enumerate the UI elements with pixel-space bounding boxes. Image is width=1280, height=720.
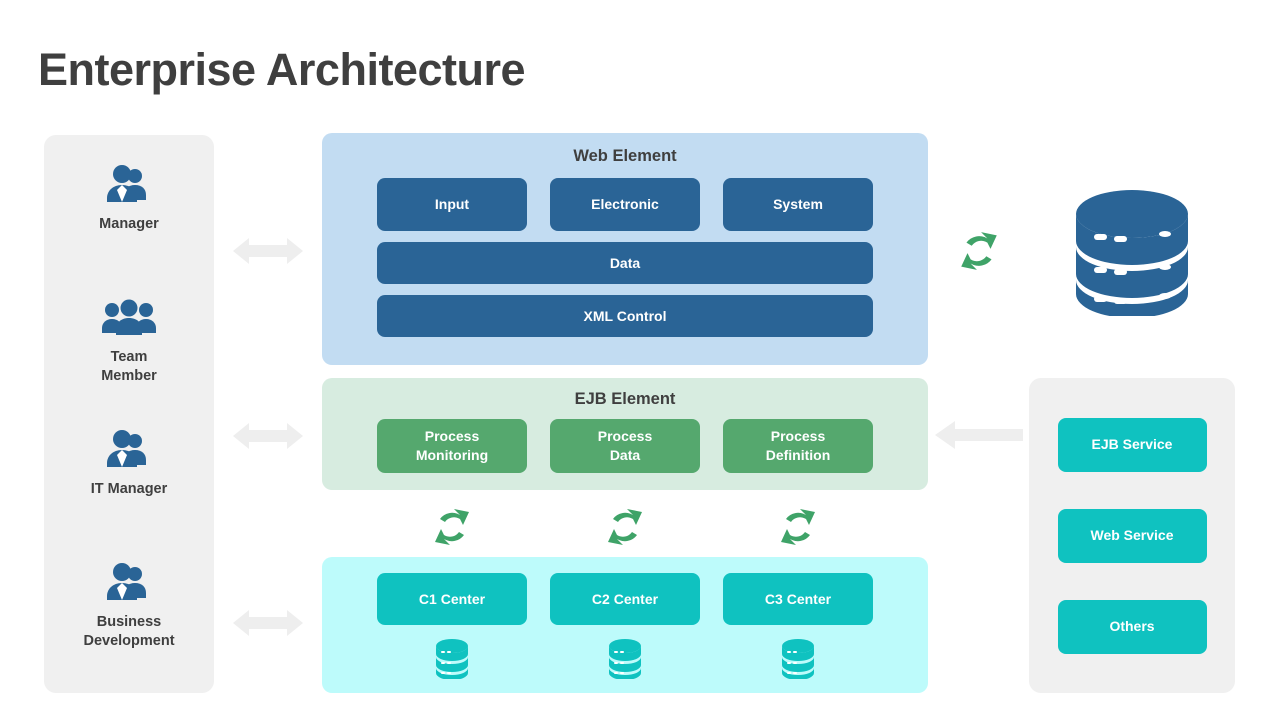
people-group-icon	[101, 163, 157, 207]
database-icon	[1066, 184, 1198, 318]
sidebar-item-team-member[interactable]: Team Member	[44, 296, 214, 429]
database-icon	[433, 637, 471, 684]
sync-icon	[956, 228, 1002, 274]
services-panel: EJB Service Web Service Others	[1029, 378, 1235, 693]
people-group-icon	[101, 296, 157, 340]
sync-icon	[430, 505, 474, 554]
double-arrow-icon	[233, 606, 303, 640]
sidebar-item-business-development[interactable]: Business Development	[44, 561, 214, 694]
people-group-icon	[101, 428, 157, 472]
sync-icon	[603, 505, 647, 554]
sidebar-item-label: Team Member	[101, 348, 157, 384]
roles-sidebar: Manager Team Member IT Manager Business …	[44, 135, 214, 693]
double-arrow-icon	[233, 419, 303, 453]
center-chip-row: C1 Center C2 Center C3 Center	[377, 573, 873, 625]
ejb-chip-process-definition[interactable]: Process Definition	[723, 419, 873, 473]
web-element-top-row: Input Electronic System	[377, 178, 873, 231]
web-chip-system[interactable]: System	[723, 178, 873, 231]
web-element-panel: Web Element Input Electronic System Data…	[322, 133, 928, 365]
web-element-title: Web Element	[573, 147, 677, 165]
sidebar-item-label: Manager	[99, 216, 159, 232]
sidebar-item-label: Business Development	[83, 613, 175, 649]
center-chip-c1[interactable]: C1 Center	[377, 573, 527, 625]
sidebar-item-label: IT Manager	[90, 481, 168, 497]
service-chip-ejb-service[interactable]: EJB Service	[1057, 417, 1207, 472]
web-chip-xml-control[interactable]: XML Control	[377, 295, 873, 337]
ejb-chip-process-monitoring[interactable]: Process Monitoring	[377, 419, 527, 473]
double-arrow-icon	[233, 234, 303, 268]
service-chip-web-service[interactable]: Web Service	[1057, 508, 1207, 563]
people-group-icon	[101, 561, 157, 605]
sidebar-item-it-manager[interactable]: IT Manager	[44, 428, 214, 561]
ejb-to-center-sync-row	[377, 505, 873, 554]
center-chip-c2[interactable]: C2 Center	[550, 573, 700, 625]
sidebar-item-manager[interactable]: Manager	[44, 163, 214, 296]
ejb-chip-process-data[interactable]: Process Data	[550, 419, 700, 473]
center-element-panel: C1 Center C2 Center C3 Center	[322, 557, 928, 693]
database-icon	[779, 637, 817, 684]
center-chip-c3[interactable]: C3 Center	[723, 573, 873, 625]
ejb-element-title: EJB Element	[574, 390, 676, 408]
web-chip-input[interactable]: Input	[377, 178, 527, 231]
web-chip-electronic[interactable]: Electronic	[550, 178, 700, 231]
left-arrow-icon	[935, 419, 1023, 451]
page-title: Enterprise Architecture	[38, 44, 526, 95]
center-database-row	[377, 637, 873, 684]
service-chip-others[interactable]: Others	[1057, 599, 1207, 654]
database-icon	[606, 637, 644, 684]
ejb-element-row: Process Monitoring Process Data Process …	[377, 419, 873, 473]
web-chip-data[interactable]: Data	[377, 242, 873, 284]
sync-icon	[776, 505, 820, 554]
ejb-element-panel: EJB Element Process Monitoring Process D…	[322, 378, 928, 490]
